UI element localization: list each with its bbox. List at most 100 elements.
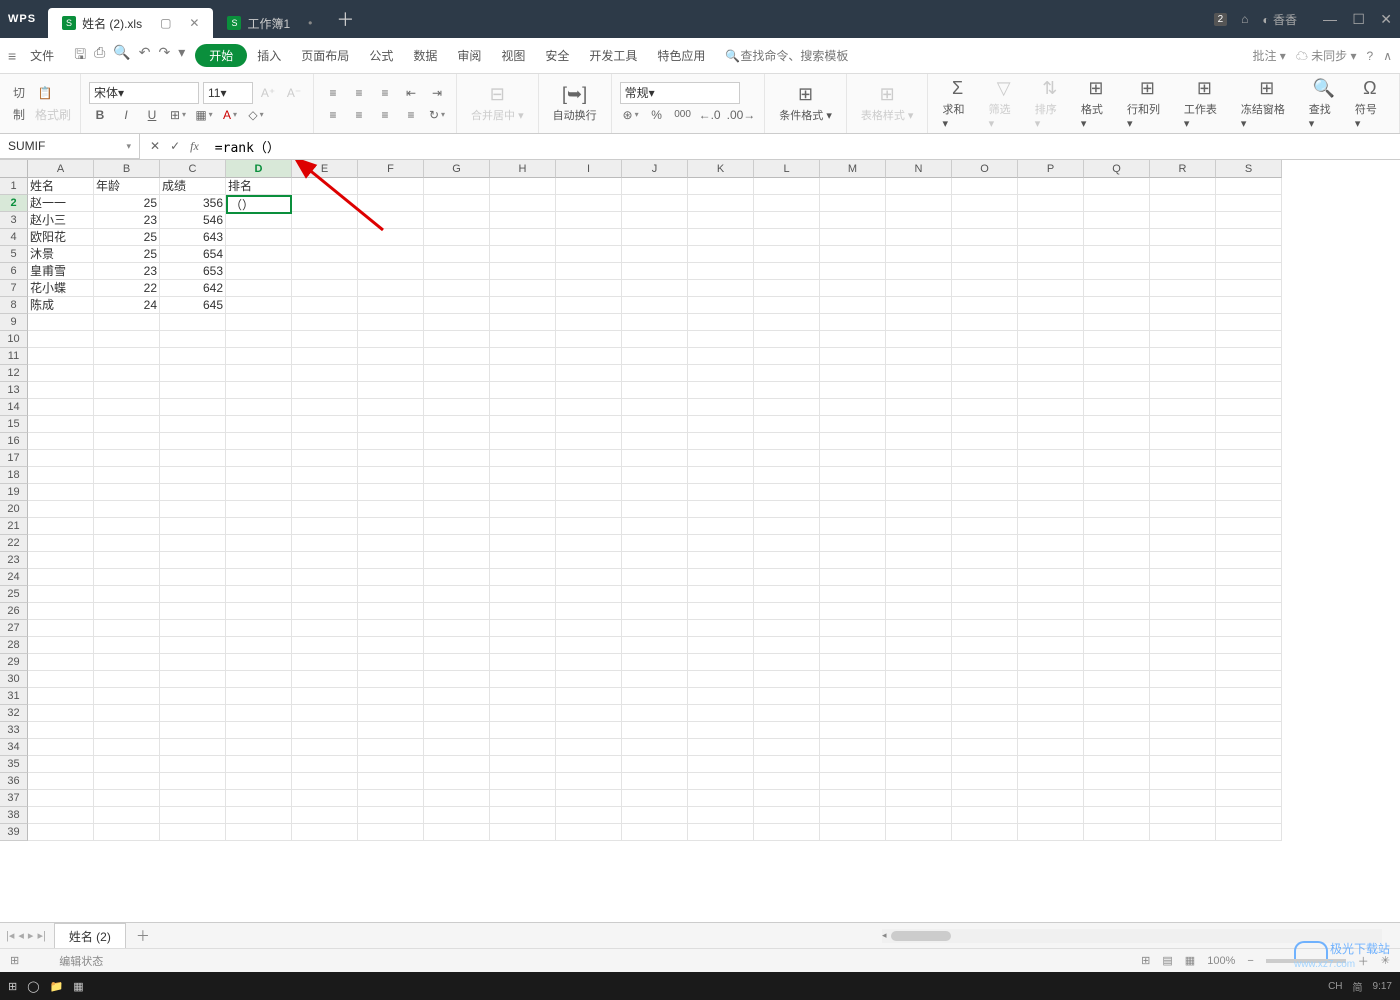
cell-G32[interactable] [424,705,490,722]
cell-H12[interactable] [490,365,556,382]
cell-F22[interactable] [358,535,424,552]
cell-J35[interactable] [622,756,688,773]
row-header-16[interactable]: 16 [0,433,28,450]
cell-Q20[interactable] [1084,501,1150,518]
cell-Q38[interactable] [1084,807,1150,824]
row-header-6[interactable]: 6 [0,263,28,280]
bold-button[interactable]: B [89,104,111,126]
cell-D14[interactable] [226,399,292,416]
cell-E13[interactable] [292,382,358,399]
cell-P7[interactable] [1018,280,1084,297]
cell-N23[interactable] [886,552,952,569]
cell-I19[interactable] [556,484,622,501]
cell-D13[interactable] [226,382,292,399]
sheet-icon[interactable]: ⊞ [10,954,19,967]
cell-D8[interactable] [226,297,292,314]
cell-G15[interactable] [424,416,490,433]
cell-K38[interactable] [688,807,754,824]
cell-H20[interactable] [490,501,556,518]
cell-S32[interactable] [1216,705,1282,722]
cell-F6[interactable] [358,263,424,280]
sheet-tab-active[interactable]: 姓名 (2) [54,923,126,949]
cell-O10[interactable] [952,331,1018,348]
cell-I12[interactable] [556,365,622,382]
cell-G5[interactable] [424,246,490,263]
cell-Q36[interactable] [1084,773,1150,790]
cell-K11[interactable] [688,348,754,365]
wrap-text[interactable]: [➥]自动换行 [547,80,603,127]
cell-P37[interactable] [1018,790,1084,807]
cell-H6[interactable] [490,263,556,280]
cell-Q24[interactable] [1084,569,1150,586]
cell-L16[interactable] [754,433,820,450]
cell-G25[interactable] [424,586,490,603]
cell-K16[interactable] [688,433,754,450]
cell-D6[interactable] [226,263,292,280]
cell-B36[interactable] [94,773,160,790]
cell-P23[interactable] [1018,552,1084,569]
cell-L6[interactable] [754,263,820,280]
cell-J14[interactable] [622,399,688,416]
fx-button[interactable]: fx [190,139,199,154]
cell-L11[interactable] [754,348,820,365]
cell-E26[interactable] [292,603,358,620]
cell-B5[interactable]: 25 [94,246,160,263]
cell-Q34[interactable] [1084,739,1150,756]
tab-insert[interactable]: 插入 [247,43,291,68]
cell-R12[interactable] [1150,365,1216,382]
cell-O24[interactable] [952,569,1018,586]
align-right[interactable]: ≡ [374,104,396,126]
cell-J9[interactable] [622,314,688,331]
cell-L38[interactable] [754,807,820,824]
cell-R13[interactable] [1150,382,1216,399]
cell-O32[interactable] [952,705,1018,722]
cell-G16[interactable] [424,433,490,450]
cell-Q11[interactable] [1084,348,1150,365]
cell-F7[interactable] [358,280,424,297]
cell-L12[interactable] [754,365,820,382]
cell-K13[interactable] [688,382,754,399]
cell-M4[interactable] [820,229,886,246]
cell-K26[interactable] [688,603,754,620]
cell-L13[interactable] [754,382,820,399]
cell-E12[interactable] [292,365,358,382]
cell-D1[interactable]: 排名 [226,178,292,195]
cell-B26[interactable] [94,603,160,620]
tab-formula[interactable]: 公式 [359,43,403,68]
cell-H15[interactable] [490,416,556,433]
cell-P5[interactable] [1018,246,1084,263]
cell-E21[interactable] [292,518,358,535]
cell-E14[interactable] [292,399,358,416]
cell-N31[interactable] [886,688,952,705]
cell-I26[interactable] [556,603,622,620]
cell-P18[interactable] [1018,467,1084,484]
align-bottom[interactable]: ≡ [374,82,396,104]
cell-M7[interactable] [820,280,886,297]
font-color-button[interactable]: A [219,104,241,126]
cell-G1[interactable] [424,178,490,195]
cell-R4[interactable] [1150,229,1216,246]
cell-N15[interactable] [886,416,952,433]
cell-L18[interactable] [754,467,820,484]
cell-D29[interactable] [226,654,292,671]
cell-O4[interactable] [952,229,1018,246]
cell-S37[interactable] [1216,790,1282,807]
cell-A36[interactable] [28,773,94,790]
cell-K33[interactable] [688,722,754,739]
batch-comments[interactable]: 批注 ▾ [1252,47,1285,64]
cell-P2[interactable] [1018,195,1084,212]
cell-F20[interactable] [358,501,424,518]
cell-R29[interactable] [1150,654,1216,671]
cell-G13[interactable] [424,382,490,399]
cell-D32[interactable] [226,705,292,722]
cell-G35[interactable] [424,756,490,773]
cell-E33[interactable] [292,722,358,739]
cell-F39[interactable] [358,824,424,841]
cell-B28[interactable] [94,637,160,654]
cell-I13[interactable] [556,382,622,399]
cell-I15[interactable] [556,416,622,433]
cell-Q15[interactable] [1084,416,1150,433]
cell-G39[interactable] [424,824,490,841]
cell-Q8[interactable] [1084,297,1150,314]
task-app-1[interactable]: ◯ [27,980,39,993]
